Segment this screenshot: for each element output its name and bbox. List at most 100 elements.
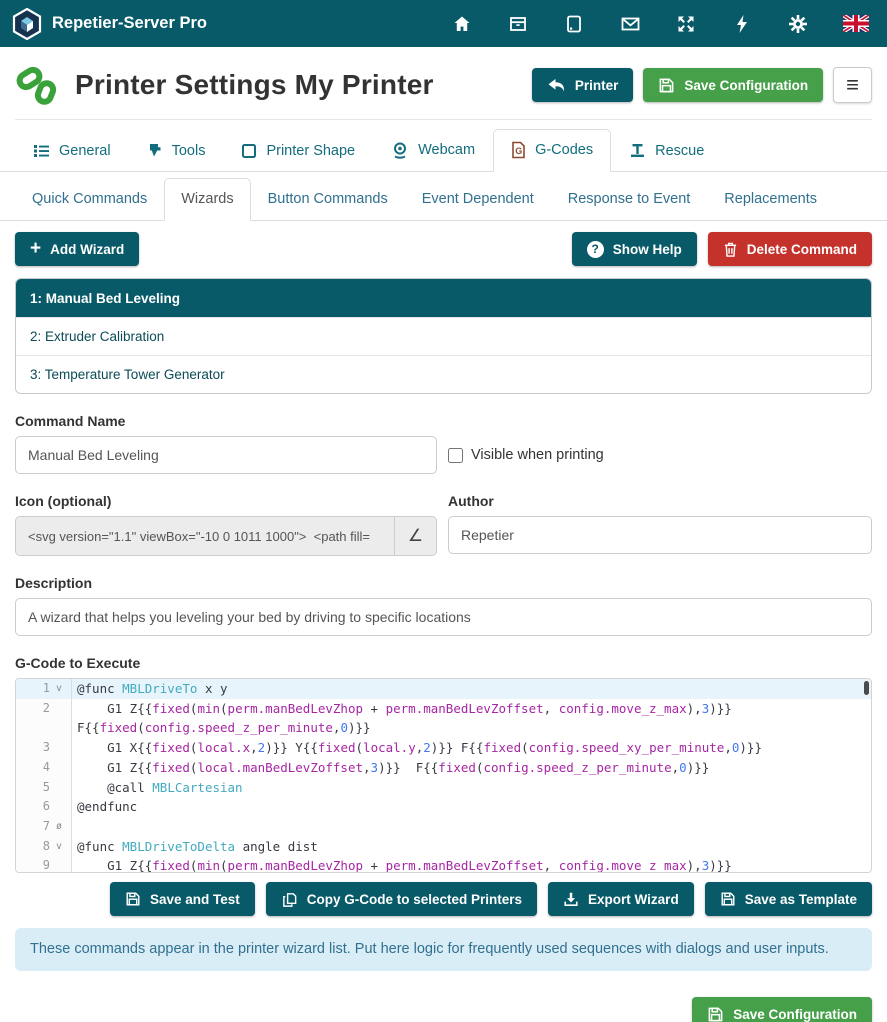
gcode-editor-rows: 1v@func MBLDriveTo x y2 G1 Z{{fixed(min(… — [16, 679, 871, 873]
gcode-label: G-Code to Execute — [15, 655, 872, 671]
line-number-gutter: 4 — [16, 758, 72, 778]
back-arrow-icon — [547, 77, 566, 94]
angle-icon: ∠ — [408, 526, 423, 546]
copy-gcode-button[interactable]: Copy G-Code to selected Printers — [266, 882, 537, 916]
webcam-icon — [391, 141, 409, 159]
code-row[interactable]: 6@endfunc — [16, 797, 871, 817]
header-divider — [15, 119, 872, 120]
author-label: Author — [448, 493, 872, 509]
visible-when-printing-label: Visible when printing — [471, 447, 604, 463]
code-row[interactable]: 4 G1 Z{{fixed(local.manBedLevZoffset,3)}… — [16, 758, 871, 778]
plus-icon: + — [30, 239, 41, 258]
envelope-icon — [620, 14, 641, 34]
hamburger-icon: ≡ — [846, 74, 859, 96]
nav-power-button[interactable] — [731, 13, 753, 35]
lightning-bolt-icon — [735, 14, 749, 34]
download-icon — [563, 891, 579, 907]
wizard-list-item-2[interactable]: 2: Extruder Calibration — [16, 317, 871, 355]
subtab-event-dependent[interactable]: Event Dependent — [405, 178, 551, 221]
expand-arrows-icon — [676, 14, 696, 34]
gcode-file-icon: G — [511, 141, 526, 159]
printer-back-button[interactable]: Printer — [532, 68, 634, 102]
nav-fullscreen-button[interactable] — [675, 13, 697, 35]
tab-general[interactable]: General — [15, 131, 129, 172]
line-number-gutter — [16, 718, 72, 738]
tab-g-codes[interactable]: G G-Codes — [493, 129, 611, 172]
chain-link-icon — [15, 61, 61, 109]
export-wizard-button[interactable]: Export Wizard — [548, 882, 694, 916]
code-row[interactable]: 8v@func MBLDriveToDelta angle dist — [16, 837, 871, 857]
rescue-icon — [629, 142, 646, 159]
line-number-gutter: 7ø — [16, 817, 72, 837]
tab-webcam[interactable]: Webcam — [373, 129, 493, 172]
nav-home-button[interactable] — [451, 13, 473, 35]
language-selector[interactable] — [843, 13, 869, 35]
icon-input-group: ∠ — [15, 516, 437, 556]
icon-preview-button[interactable]: ∠ — [394, 517, 436, 555]
wizard-list-item-1[interactable]: 1: Manual Bed Leveling — [16, 279, 871, 317]
code-row[interactable]: 5 @call MBLCartesian — [16, 778, 871, 798]
description-label: Description — [15, 575, 872, 591]
gcode-letter: G — [515, 146, 522, 156]
box-icon — [508, 14, 528, 34]
square-icon — [241, 143, 257, 159]
floppy-disk-icon — [707, 1006, 724, 1022]
show-help-button[interactable]: ? Show Help — [572, 232, 697, 266]
nav-printers-button[interactable] — [507, 13, 529, 35]
delete-command-button[interactable]: Delete Command — [708, 232, 872, 266]
menu-button[interactable]: ≡ — [833, 67, 872, 103]
trash-icon — [723, 241, 738, 258]
description-input[interactable] — [15, 598, 872, 636]
tablet-icon — [564, 14, 584, 34]
subtab-response-to-event[interactable]: Response to Event — [551, 178, 708, 221]
nav-messages-button[interactable] — [619, 13, 641, 35]
line-number-gutter: 6 — [16, 797, 72, 817]
subtab-button-commands[interactable]: Button Commands — [251, 178, 405, 221]
save-configuration-button-bottom[interactable]: Save Configuration — [692, 997, 872, 1022]
save-configuration-button-top[interactable]: Save Configuration — [643, 68, 823, 102]
info-message: These commands appear in the printer wiz… — [15, 928, 872, 971]
icon-svg-input[interactable] — [16, 517, 394, 555]
uk-flag-icon — [843, 15, 869, 32]
line-number-gutter: 5 — [16, 778, 72, 798]
add-wizard-button[interactable]: + Add Wizard — [15, 232, 139, 266]
subtab-wizards[interactable]: Wizards — [164, 178, 250, 221]
code-row[interactable]: F{{fixed(config.speed_z_per_minute,0)}} — [16, 718, 871, 738]
tab-printer-shape[interactable]: Printer Shape — [223, 131, 373, 172]
code-row[interactable]: 3 G1 X{{fixed(local.x,2)}} Y{{fixed(loca… — [16, 738, 871, 758]
brand-name: Repetier-Server Pro — [52, 14, 207, 33]
brand-link[interactable]: Repetier-Server Pro — [12, 8, 207, 40]
visible-when-printing-checkbox[interactable] — [448, 448, 463, 463]
tab-tools[interactable]: Tools — [129, 130, 224, 172]
command-name-input[interactable] — [15, 436, 437, 474]
gear-icon — [788, 14, 808, 34]
code-row[interactable]: 9 G1 Z{{fixed(min(perm.manBedLevZhop + p… — [16, 856, 871, 873]
line-number-gutter: 9 — [16, 856, 72, 873]
floppy-disk-icon — [720, 891, 736, 907]
gcode-subtabs: Quick Commands Wizards Button Commands E… — [0, 178, 887, 221]
subtab-replacements[interactable]: Replacements — [707, 178, 834, 221]
icon-label: Icon (optional) — [15, 493, 437, 509]
subtab-quick-commands[interactable]: Quick Commands — [15, 178, 164, 221]
line-number-gutter: 3 — [16, 738, 72, 758]
code-row[interactable]: 2 G1 Z{{fixed(min(perm.manBedLevZhop + p… — [16, 699, 871, 719]
author-input[interactable] — [448, 516, 872, 554]
floppy-disk-icon — [658, 77, 675, 94]
code-row[interactable]: 1v@func MBLDriveTo x y — [16, 679, 871, 699]
wizard-list-item-3[interactable]: 3: Temperature Tower Generator — [16, 355, 871, 393]
code-row[interactable]: 7ø — [16, 817, 871, 837]
tab-rescue[interactable]: Rescue — [611, 130, 722, 172]
page-title: Printer Settings My Printer — [75, 69, 434, 101]
tool-icon — [147, 142, 163, 159]
main-tabs: General Tools Printer Shape Webcam — [0, 129, 887, 172]
gcode-editor[interactable]: 1v@func MBLDriveTo x y2 G1 Z{{fixed(min(… — [15, 678, 872, 873]
visible-when-printing-toggle[interactable]: Visible when printing — [448, 436, 604, 474]
save-and-test-button[interactable]: Save and Test — [110, 882, 255, 916]
nav-tablet-button[interactable] — [563, 13, 585, 35]
save-as-template-button[interactable]: Save as Template — [705, 882, 872, 916]
copy-icon — [281, 891, 298, 908]
editor-scrollbar[interactable] — [864, 681, 869, 695]
nav-settings-button[interactable] — [787, 13, 809, 35]
wizard-list: 1: Manual Bed Leveling 2: Extruder Calib… — [15, 278, 872, 394]
question-mark-icon: ? — [587, 241, 604, 258]
